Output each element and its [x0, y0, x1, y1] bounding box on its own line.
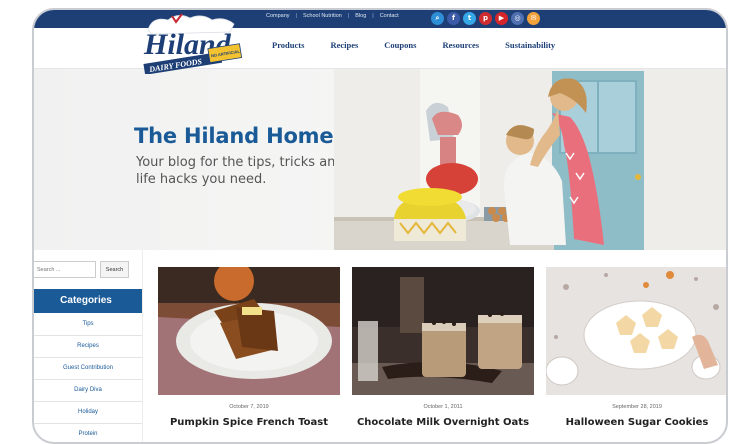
hero-banner: The Hiland Home Your blog for the tips, … [34, 69, 726, 250]
separator: | [295, 13, 297, 19]
nav-sustainability[interactable]: Sustainability [505, 40, 555, 50]
post-card[interactable]: September 28, 2019 Halloween Sugar Cooki… [546, 267, 726, 428]
sidebar-divider [142, 250, 143, 442]
browser-frame: Company | School Nutrition | Blog | Cont… [32, 8, 728, 444]
hiland-logo[interactable]: Hiland DAIRY FOODS NO ARTIFICIAL [138, 12, 246, 75]
nav-coupons[interactable]: Coupons [384, 40, 416, 50]
link-company[interactable]: Company [266, 13, 290, 19]
nav-recipes[interactable]: Recipes [330, 40, 358, 50]
email-icon[interactable]: ✉ [527, 12, 540, 25]
post-card[interactable]: October 1, 2011 Chocolate Milk Overnight… [352, 267, 534, 428]
post-title[interactable]: Pumpkin Spice French Toast [158, 417, 340, 428]
categories-heading: Categories [34, 289, 142, 313]
post-image-overnight-oats[interactable] [352, 267, 534, 395]
pinterest-icon[interactable]: p [479, 12, 492, 25]
facebook-icon[interactable]: f [447, 12, 460, 25]
post-date: October 7, 2019 [229, 404, 269, 410]
hero-subtitle: Your blog for the tips, tricks and life … [136, 155, 344, 187]
link-contact[interactable]: Contact [380, 13, 399, 19]
nav-products[interactable]: Products [272, 40, 304, 50]
categories-list: Tips Recipes Guest Contribution Dairy Di… [34, 314, 142, 442]
hero-kitchen-photo [334, 69, 726, 250]
post-date: October 1, 2011 [423, 404, 463, 410]
post-title[interactable]: Chocolate Milk Overnight Oats [352, 417, 534, 428]
search-icon[interactable]: ⌕ [431, 12, 444, 25]
youtube-icon[interactable]: ▶ [495, 12, 508, 25]
category-guest-contribution[interactable]: Guest Contribution [34, 358, 142, 380]
post-title[interactable]: Halloween Sugar Cookies [546, 417, 726, 428]
post-date: September 28, 2019 [612, 404, 662, 410]
post-image-sugar-cookies[interactable] [546, 267, 726, 395]
utility-links: Company | School Nutrition | Blog | Cont… [266, 13, 399, 19]
main-nav: Products Recipes Coupons Resources Susta… [272, 40, 581, 50]
category-protein[interactable]: Protein [34, 424, 142, 442]
separator: | [372, 13, 374, 19]
post-image-french-toast[interactable] [158, 267, 340, 395]
category-tips[interactable]: Tips [34, 314, 142, 336]
separator: | [347, 13, 350, 19]
search-input[interactable] [34, 261, 96, 278]
twitter-icon[interactable]: t [463, 12, 476, 25]
category-holiday[interactable]: Holiday [34, 402, 142, 424]
instagram-icon[interactable]: ◎ [511, 12, 524, 25]
search-button[interactable]: Search [100, 261, 129, 278]
social-icons: ⌕ f t p ▶ ◎ ✉ [431, 12, 540, 25]
category-recipes[interactable]: Recipes [34, 336, 142, 358]
category-dairy-diva[interactable]: Dairy Diva [34, 380, 142, 402]
post-card[interactable]: October 7, 2019 Pumpkin Spice French Toa… [158, 267, 340, 428]
nav-resources[interactable]: Resources [442, 40, 479, 50]
blog-sidebar: Search Categories Tips Recipes Guest Con… [34, 250, 142, 442]
link-blog[interactable]: Blog [355, 13, 366, 19]
hero-title: The Hiland Home [134, 124, 334, 148]
link-school-nutrition[interactable]: School Nutrition [303, 13, 342, 19]
